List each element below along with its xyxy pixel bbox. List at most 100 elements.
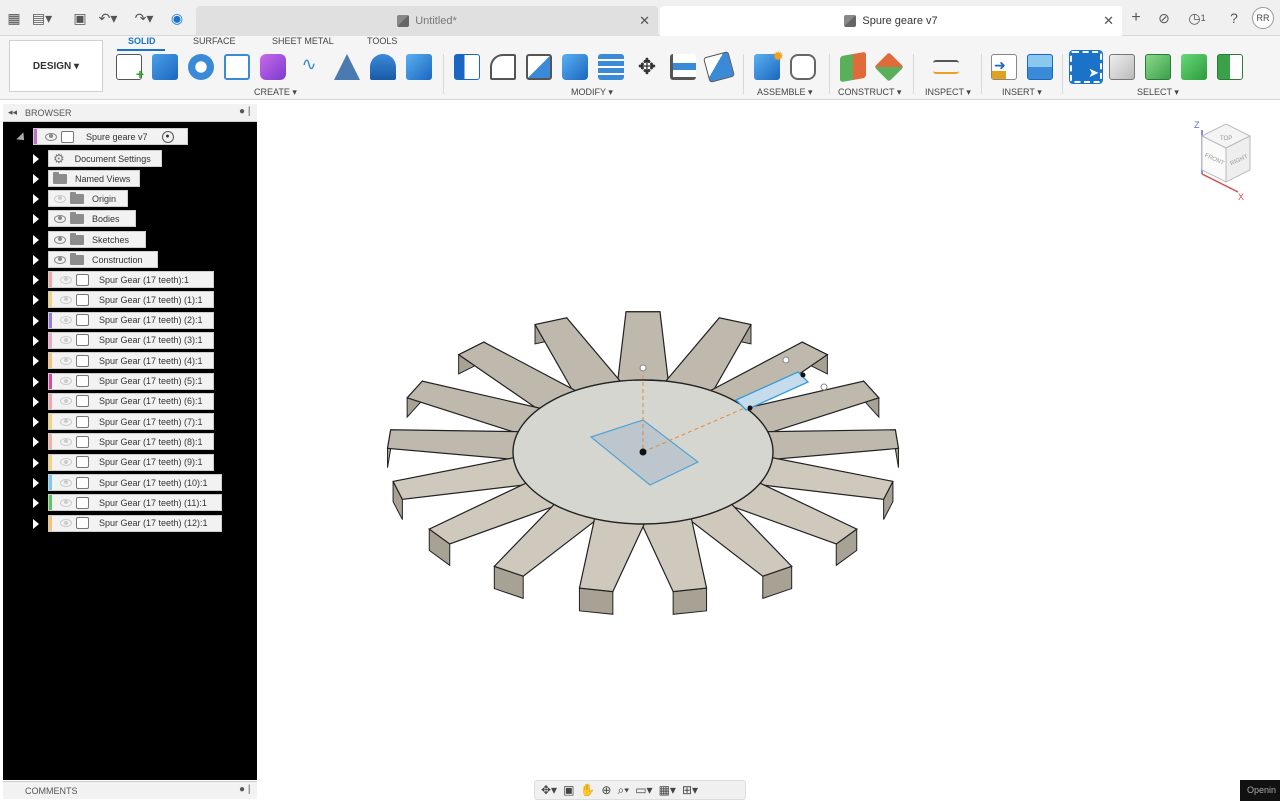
visibility-eye-icon[interactable] bbox=[45, 132, 57, 141]
gear-model[interactable] bbox=[258, 100, 1280, 801]
view-cube[interactable]: Z X TOP FRONT RIGHT bbox=[1192, 116, 1258, 206]
align-icon[interactable] bbox=[670, 54, 696, 80]
expand-arrow-icon[interactable] bbox=[33, 174, 39, 184]
select-icon[interactable]: ➤ bbox=[1069, 50, 1103, 84]
create-sketch-icon[interactable]: + bbox=[116, 54, 144, 82]
add-comment-icon[interactable]: ● | bbox=[239, 784, 250, 795]
visibility-eye-icon[interactable] bbox=[60, 458, 72, 467]
browser-component-node[interactable]: Spur Gear (17 teeth) (10):1 bbox=[48, 474, 222, 491]
plane-at-angle-icon[interactable] bbox=[874, 52, 904, 82]
tab-tools[interactable]: TOOLS bbox=[367, 36, 397, 50]
revolve-icon[interactable] bbox=[188, 54, 214, 80]
expand-arrow-icon[interactable] bbox=[33, 275, 39, 285]
vertex-point[interactable] bbox=[800, 372, 806, 378]
grid-settings-icon[interactable]: ▦▾ bbox=[659, 783, 676, 797]
measure-icon[interactable] bbox=[933, 60, 959, 74]
tab-surface[interactable]: SURFACE bbox=[193, 36, 236, 50]
comments-panel[interactable]: COMMENTS ● | bbox=[3, 781, 257, 799]
visibility-eye-icon[interactable] bbox=[54, 235, 66, 244]
chamfer-icon[interactable] bbox=[526, 54, 552, 80]
visibility-eye-icon[interactable] bbox=[54, 255, 66, 264]
expand-arrow-icon[interactable] bbox=[33, 214, 39, 224]
browser-component-node[interactable]: Spur Gear (17 teeth) (6):1 bbox=[48, 392, 214, 410]
extensions-icon[interactable]: ⊘ bbox=[1154, 8, 1174, 28]
visibility-eye-icon[interactable] bbox=[60, 336, 72, 345]
visibility-eye-icon[interactable] bbox=[60, 316, 72, 325]
browser-folder-node[interactable]: Origin bbox=[48, 190, 128, 207]
manipulator-point[interactable] bbox=[782, 356, 790, 364]
select-body-icon[interactable] bbox=[1109, 54, 1135, 80]
browser-component-node[interactable]: Spur Gear (17 teeth) (7):1 bbox=[48, 413, 214, 431]
visibility-eye-icon[interactable] bbox=[54, 194, 66, 203]
vertex-point[interactable] bbox=[747, 405, 753, 411]
panel-options-icon[interactable]: ● | bbox=[239, 106, 250, 117]
expand-arrow-icon[interactable] bbox=[33, 194, 39, 204]
inspect-menu[interactable]: INSPECT ▾ bbox=[925, 87, 971, 98]
save-icon[interactable]: ▣ bbox=[70, 8, 90, 28]
browser-root-node[interactable]: Spure geare v7 ● bbox=[33, 128, 188, 145]
visibility-eye-icon[interactable] bbox=[60, 356, 72, 365]
redo-icon[interactable]: ↷▾ bbox=[134, 8, 154, 28]
expand-arrow-icon[interactable] bbox=[33, 315, 39, 326]
tab-spure-geare[interactable]: Spure geare v7 ✕ bbox=[660, 6, 1122, 36]
visibility-eye-icon[interactable] bbox=[60, 275, 72, 284]
activate-radio-icon[interactable]: ● bbox=[161, 130, 174, 143]
expand-arrow-icon[interactable] bbox=[33, 255, 39, 265]
expand-arrow-icon[interactable] bbox=[33, 396, 39, 407]
press-pull-icon[interactable] bbox=[454, 54, 480, 80]
expand-arrow-icon[interactable] bbox=[33, 356, 39, 367]
select-component-icon[interactable] bbox=[1181, 54, 1207, 80]
origin-point[interactable] bbox=[639, 448, 647, 456]
expand-arrow-icon[interactable] bbox=[33, 335, 39, 346]
expand-arrow-icon[interactable] bbox=[33, 295, 39, 306]
app-grid-icon[interactable]: ▦ bbox=[4, 8, 24, 28]
visibility-eye-icon[interactable] bbox=[60, 397, 72, 406]
gear-tooth[interactable] bbox=[757, 429, 900, 461]
new-tab-icon[interactable]: + bbox=[1126, 8, 1146, 28]
split-body-icon[interactable] bbox=[598, 54, 624, 80]
browser-folder-node[interactable]: Bodies bbox=[48, 210, 136, 227]
pyramid-icon[interactable] bbox=[334, 54, 360, 80]
close-tab-icon[interactable]: ✕ bbox=[639, 13, 650, 29]
expand-arrow-icon[interactable] bbox=[33, 154, 39, 164]
browser-component-node[interactable]: Spur Gear (17 teeth) (3):1 bbox=[48, 331, 214, 349]
visibility-eye-icon[interactable] bbox=[60, 498, 72, 507]
delete-face-icon[interactable] bbox=[703, 51, 735, 83]
collapse-panel-icon[interactable]: ◂◂ bbox=[8, 107, 17, 118]
move-icon[interactable]: ✥ bbox=[634, 54, 660, 80]
manipulator-point[interactable] bbox=[639, 364, 647, 372]
browser-component-node[interactable]: Spur Gear (17 teeth) (9):1 bbox=[48, 453, 214, 471]
sweep-icon[interactable] bbox=[224, 54, 250, 80]
display-settings-icon[interactable]: ▭▾ bbox=[635, 783, 652, 797]
expand-arrow-icon[interactable] bbox=[33, 478, 39, 488]
file-menu-icon[interactable]: ▤▾ bbox=[32, 8, 52, 28]
expand-arrow-icon[interactable] bbox=[33, 518, 39, 529]
look-at-icon[interactable]: ▣ bbox=[563, 783, 574, 797]
expand-arrow-icon[interactable] bbox=[33, 498, 39, 509]
data-panel-icon[interactable]: ◉ bbox=[167, 8, 187, 28]
insert-menu[interactable]: INSERT ▾ bbox=[1002, 87, 1042, 98]
visibility-eye-icon[interactable] bbox=[60, 417, 72, 426]
job-status-icon[interactable]: ◷ 1 bbox=[1184, 8, 1210, 28]
visibility-eye-icon[interactable] bbox=[60, 377, 72, 385]
create-menu[interactable]: CREATE ▾ bbox=[254, 87, 297, 98]
tab-solid[interactable]: SOLID bbox=[128, 36, 156, 50]
select-menu[interactable]: SELECT ▾ bbox=[1137, 87, 1179, 98]
browser-component-node[interactable]: Spur Gear (17 teeth) (11):1 bbox=[48, 494, 222, 512]
assemble-menu[interactable]: ASSEMBLE ▾ bbox=[757, 87, 813, 98]
browser-component-node[interactable]: Spur Gear (17 teeth):1 bbox=[48, 271, 214, 288]
tab-sheet-metal[interactable]: SHEET METAL bbox=[272, 36, 334, 50]
extrude-icon[interactable] bbox=[152, 54, 178, 80]
box-icon[interactable] bbox=[406, 54, 432, 80]
coil-icon[interactable]: ∿ bbox=[296, 54, 322, 80]
visibility-eye-icon[interactable] bbox=[60, 437, 72, 446]
pan-icon[interactable]: ✋ bbox=[580, 783, 595, 797]
3d-viewport[interactable]: Z X TOP FRONT RIGHT bbox=[258, 100, 1280, 801]
visibility-eye-icon[interactable] bbox=[60, 295, 72, 304]
help-icon[interactable]: ? bbox=[1224, 8, 1244, 28]
insert-derive-icon[interactable]: ➜ bbox=[991, 54, 1017, 80]
expand-arrow-icon[interactable] bbox=[16, 132, 28, 144]
expand-arrow-icon[interactable] bbox=[33, 235, 39, 245]
joint-icon[interactable] bbox=[790, 54, 816, 80]
fillet-icon[interactable] bbox=[490, 54, 516, 80]
